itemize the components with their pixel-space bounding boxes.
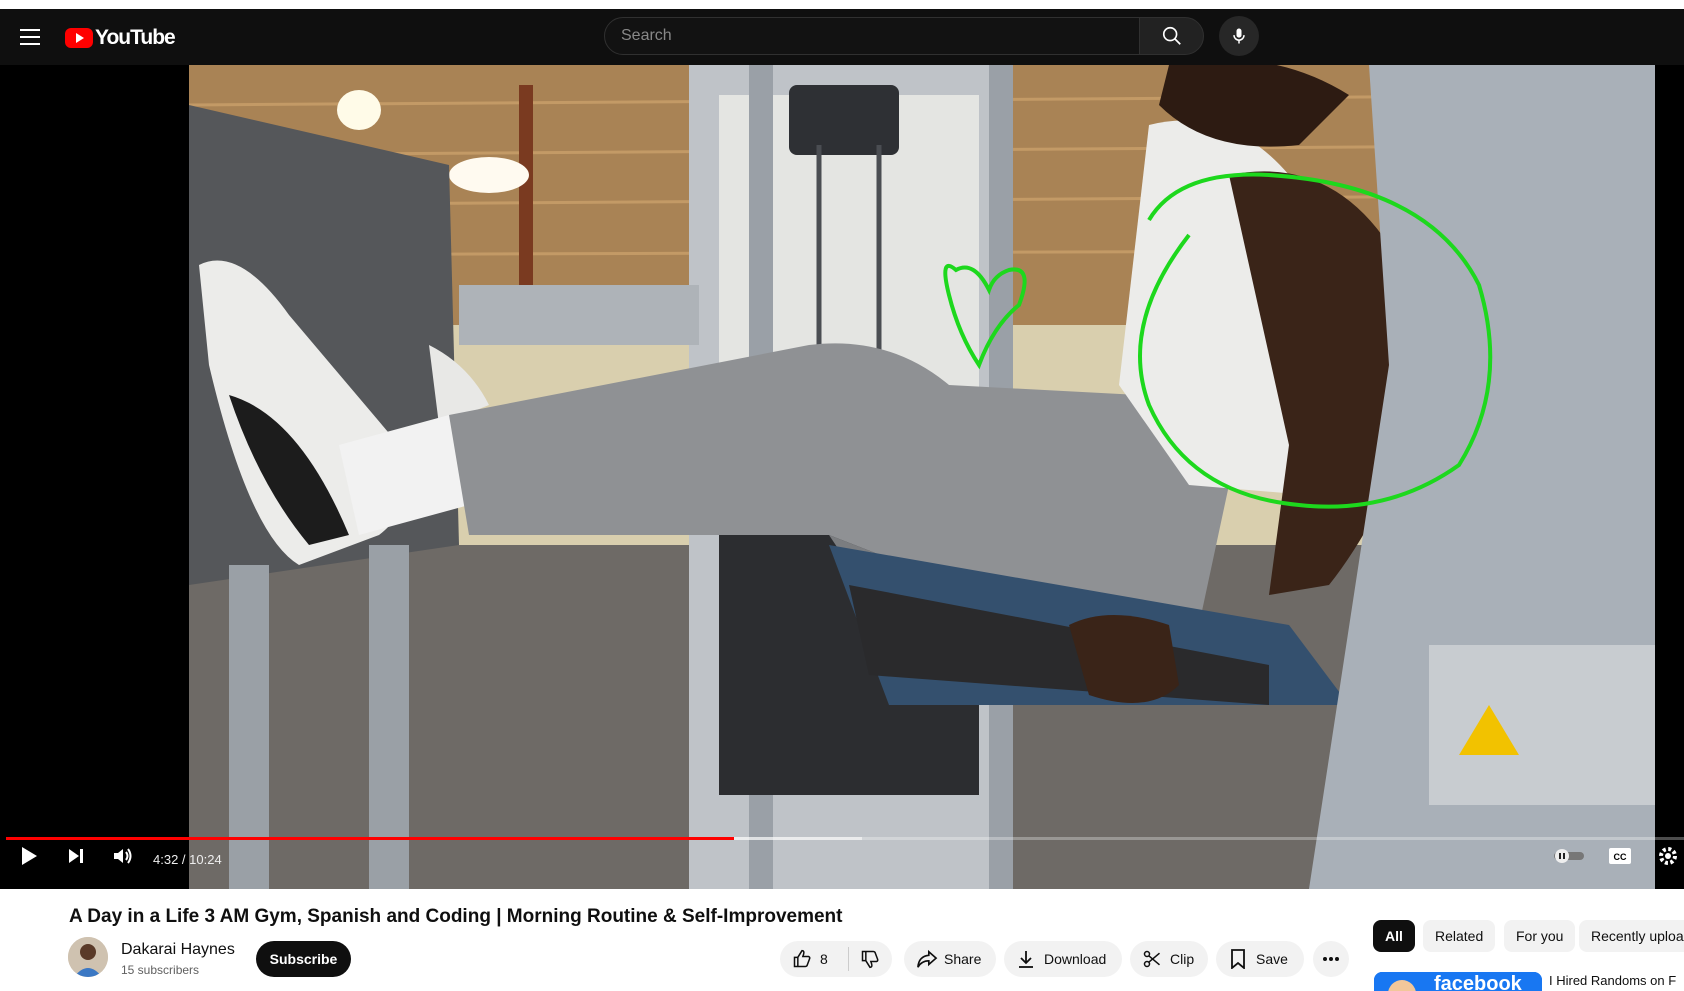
youtube-play-logo-icon [65, 28, 93, 48]
search-box [604, 17, 1140, 55]
autoplay-toggle[interactable] [1551, 843, 1587, 869]
autoplay-toggle-icon [1554, 849, 1584, 863]
recommendation-thumb-text: facebook [1434, 973, 1523, 991]
more-horizontal-icon [1323, 957, 1339, 961]
subscriber-count: 15 subscribers [121, 963, 200, 977]
captions-button[interactable]: CC [1605, 843, 1635, 869]
next-button[interactable] [61, 841, 91, 871]
hamburger-icon[interactable] [16, 23, 44, 51]
avatar[interactable] [68, 937, 108, 977]
video-frame[interactable] [189, 65, 1655, 889]
chip-recently-uploaded[interactable]: Recently uploa [1579, 920, 1684, 952]
time-display: 4:32 / 10:24 [153, 852, 222, 867]
dislike-button[interactable] [849, 941, 892, 977]
recommendation-thumbnail-image: facebook [1374, 972, 1542, 991]
save-label: Save [1256, 951, 1288, 967]
play-icon [22, 847, 37, 865]
download-button[interactable]: Download [1004, 941, 1122, 977]
progress-played [6, 837, 735, 840]
play-button[interactable] [14, 841, 44, 871]
thumbs-down-icon [862, 950, 879, 969]
search-input[interactable] [605, 18, 1139, 54]
download-label: Download [1044, 951, 1107, 967]
volume-icon [114, 848, 132, 864]
bookmark-icon [1231, 949, 1245, 969]
clip-label: Clip [1170, 951, 1195, 967]
video-player[interactable]: 4:32 / 10:24 CC [0, 65, 1684, 889]
scissors-icon [1143, 950, 1160, 968]
search-icon [1162, 26, 1181, 45]
volume-button[interactable] [108, 841, 138, 871]
like-count: 8 [820, 951, 828, 967]
more-actions-button[interactable] [1313, 941, 1349, 977]
video-info: A Day in a Life 3 AM Gym, Spanish and Co… [0, 889, 1684, 991]
like-button[interactable]: 8 [780, 941, 848, 977]
share-icon [917, 949, 938, 968]
skip-next-icon [69, 849, 83, 863]
thumbs-up-icon [793, 949, 811, 968]
avatar-image [68, 937, 108, 977]
microphone-icon [1233, 28, 1245, 44]
save-button[interactable]: Save [1216, 941, 1304, 977]
download-icon [1019, 951, 1033, 968]
video-title: A Day in a Life 3 AM Gym, Spanish and Co… [69, 906, 843, 927]
logo-text: YouTube [95, 26, 176, 49]
youtube-logo[interactable]: YouTube [65, 26, 176, 50]
svg-text:CC: CC [1614, 852, 1627, 862]
share-button[interactable]: Share [904, 941, 996, 977]
share-label: Share [944, 951, 982, 967]
chip-for-you[interactable]: For you [1504, 920, 1576, 952]
subscribe-button[interactable]: Subscribe [256, 941, 351, 977]
chip-related[interactable]: Related [1423, 920, 1496, 952]
video-scene-image [189, 65, 1655, 889]
like-dislike-group: 8 [780, 941, 892, 977]
settings-button[interactable] [1654, 843, 1682, 869]
gear-icon [1659, 847, 1677, 865]
masthead: YouTube [0, 9, 1684, 65]
recommendation-title[interactable]: I Hired Randoms on F [1549, 973, 1676, 988]
channel-name[interactable]: Dakarai Haynes [121, 941, 235, 959]
progress-bar[interactable] [6, 837, 1684, 840]
voice-search-button[interactable] [1219, 16, 1259, 56]
recommendation-thumbnail[interactable]: facebook [1374, 972, 1542, 991]
captions-icon: CC [1609, 848, 1631, 864]
chip-all[interactable]: All [1373, 920, 1415, 952]
clip-button[interactable]: Clip [1130, 941, 1208, 977]
search-button[interactable] [1139, 17, 1204, 55]
top-strip [0, 0, 1684, 9]
